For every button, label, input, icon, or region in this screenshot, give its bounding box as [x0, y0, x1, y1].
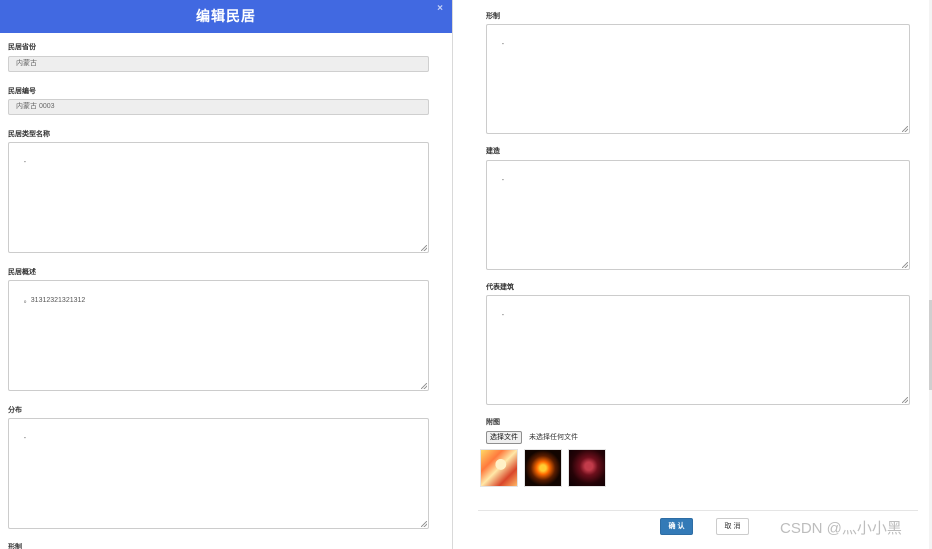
thumbnail-image-1[interactable] — [480, 449, 518, 487]
resize-handle-icon[interactable] — [421, 245, 427, 251]
resize-handle-icon[interactable] — [902, 262, 908, 268]
type-name-value: - — [23, 159, 27, 166]
distribution-label: 分布 — [8, 407, 22, 414]
overview-textarea[interactable]: 。31312321321312 — [8, 280, 429, 391]
confirm-button[interactable]: 确 认 — [660, 518, 693, 535]
shape-label-cut: 形制 — [8, 544, 22, 549]
number-label: 民居编号 — [8, 88, 36, 95]
footer-divider — [478, 510, 918, 511]
overview-value: 。31312321321312 — [23, 297, 86, 304]
number-field[interactable]: 内蒙古 0003 — [8, 99, 429, 115]
province-field[interactable]: 内蒙古 — [8, 56, 429, 72]
modal-left-panel: 编辑民居 × 民居省份 内蒙古 民居编号 内蒙古 0003 民居类型名称 - 民… — [0, 0, 453, 549]
distribution-textarea[interactable]: - — [8, 418, 429, 529]
cancel-button[interactable]: 取 消 — [716, 518, 749, 535]
resize-handle-icon[interactable] — [421, 383, 427, 389]
construction-label: 建造 — [486, 148, 500, 155]
representative-value: - — [501, 312, 505, 319]
representative-label: 代表建筑 — [486, 284, 514, 291]
construction-textarea[interactable]: - — [486, 160, 910, 270]
watermark-text: CSDN @灬小小黑 — [780, 520, 902, 537]
construction-value: - — [501, 177, 505, 184]
overview-label: 民居概述 — [8, 269, 36, 276]
modal-right-panel: 形制 - 建造 - 代表建筑 - 附图 选择文件 未选择任何文件 确 认 取 消… — [453, 0, 932, 549]
type-name-label: 民居类型名称 — [8, 131, 50, 138]
attachment-label: 附图 — [486, 419, 500, 426]
choose-file-button[interactable]: 选择文件 — [486, 431, 522, 444]
resize-handle-icon[interactable] — [902, 126, 908, 132]
close-icon[interactable]: × — [437, 4, 444, 14]
modal-title: 编辑民居 — [196, 8, 256, 24]
thumbnail-image-2[interactable] — [524, 449, 562, 487]
modal-header: 编辑民居 × — [0, 0, 452, 33]
shape-value: - — [501, 41, 505, 48]
type-name-textarea[interactable]: - — [8, 142, 429, 253]
file-status-text: 未选择任何文件 — [529, 434, 578, 441]
shape-textarea[interactable]: - — [486, 24, 910, 134]
resize-handle-icon[interactable] — [902, 397, 908, 403]
shape-label: 形制 — [486, 13, 500, 20]
province-label: 民居省份 — [8, 44, 36, 51]
thumbnail-image-3[interactable] — [568, 449, 606, 487]
representative-textarea[interactable]: - — [486, 295, 910, 405]
resize-handle-icon[interactable] — [421, 521, 427, 527]
distribution-value: - — [23, 435, 27, 442]
